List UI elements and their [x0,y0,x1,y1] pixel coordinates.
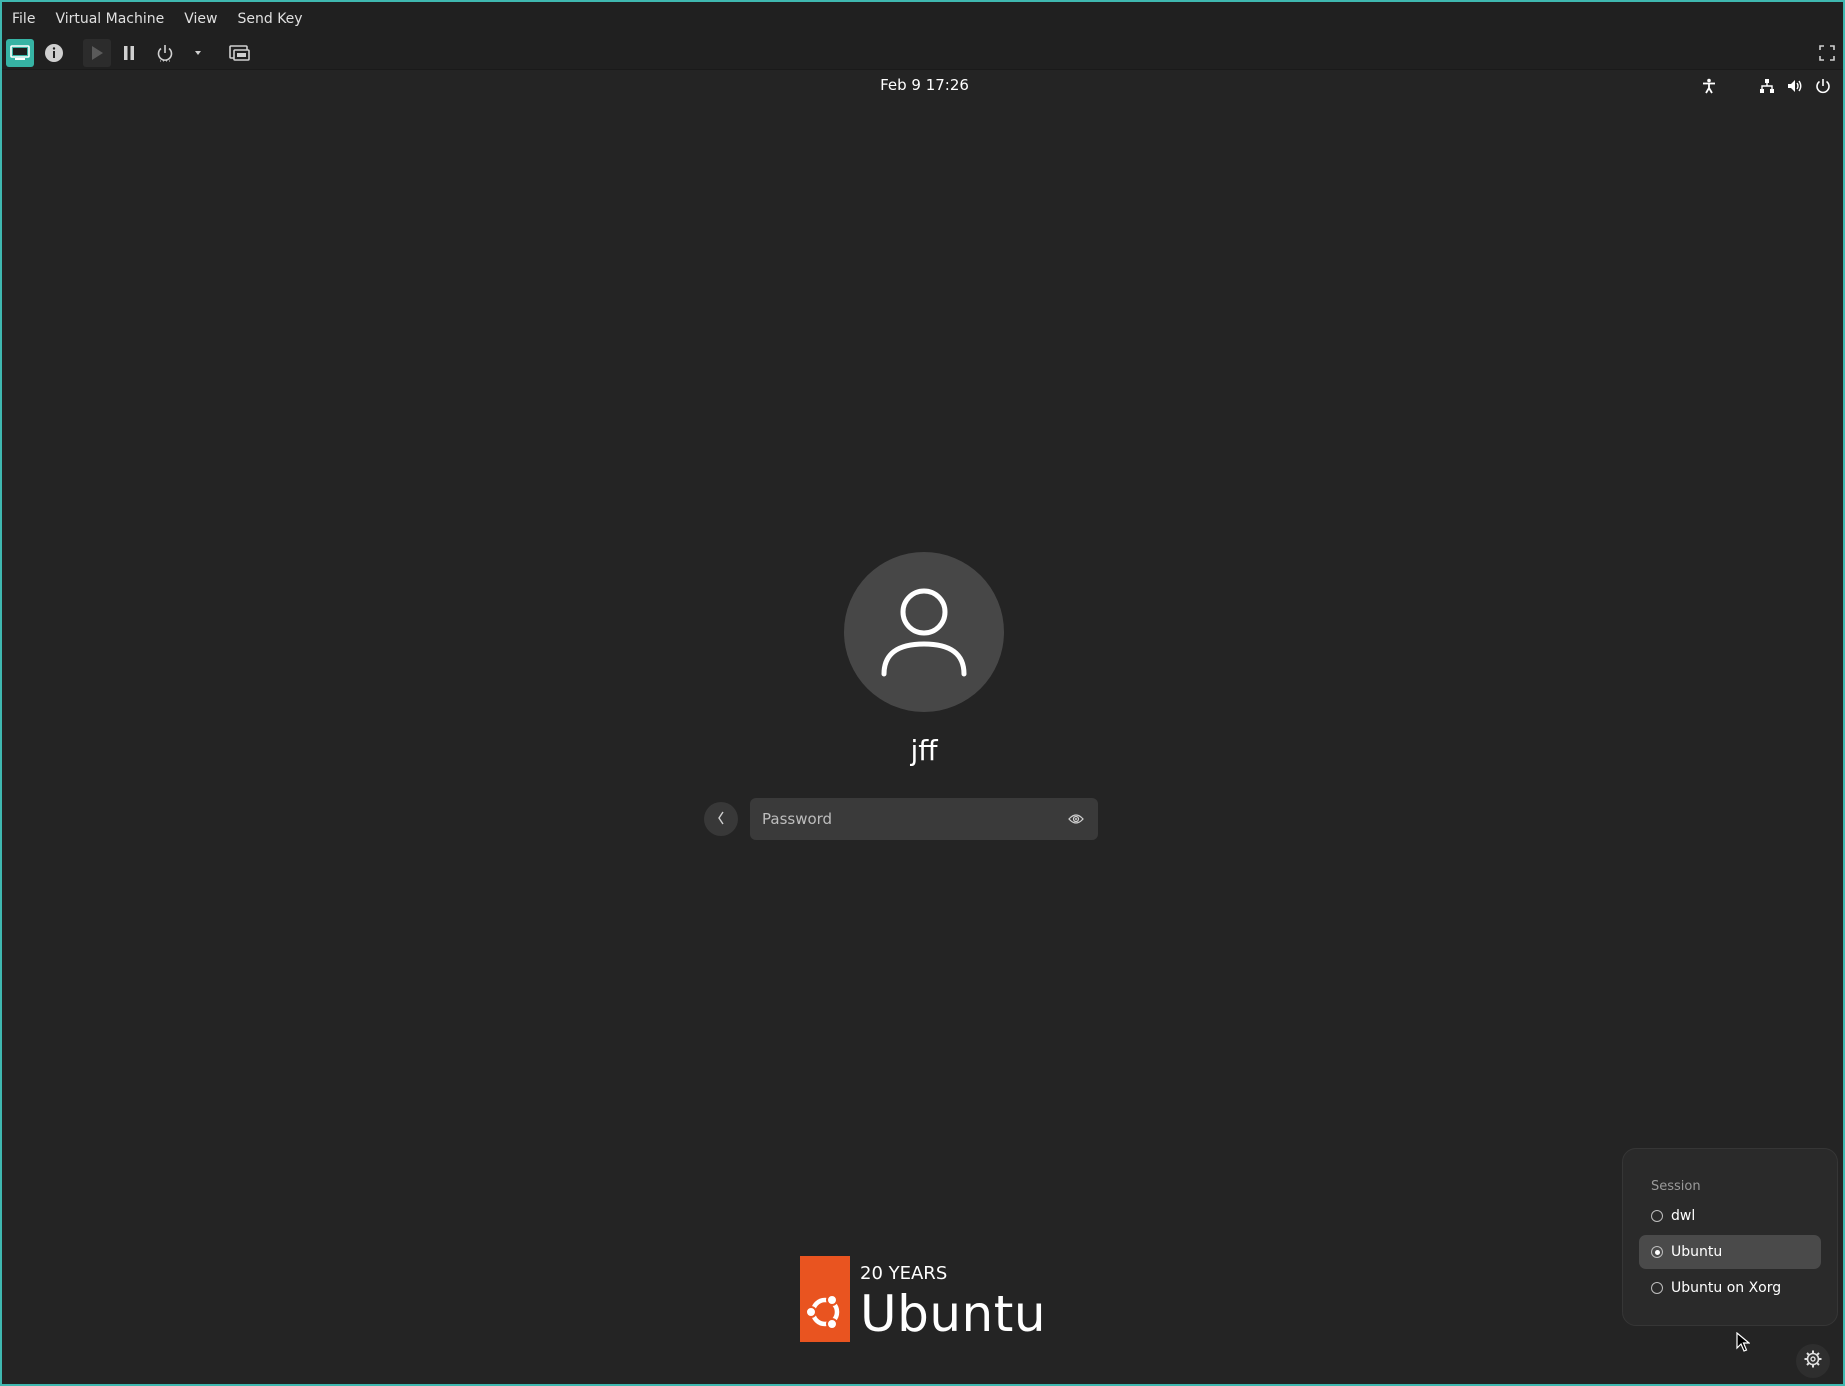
session-option-label: Ubuntu [1671,1244,1723,1260]
ubuntu-circle-of-friends-icon [805,1294,840,1330]
user-avatar [844,552,1004,712]
snapshots-icon [229,44,251,62]
menu-send-key[interactable]: Send Key [235,9,304,29]
menu-bar: File Virtual Machine View Send Key [2,2,1843,36]
menu-file[interactable]: File [10,9,37,29]
chevron-left-icon [717,810,725,829]
ubuntu-logo [800,1256,850,1342]
snapshots-button[interactable] [226,39,254,67]
fullscreen-button[interactable] [1813,39,1841,67]
user-icon [876,582,972,682]
shutdown-button[interactable] [151,39,179,67]
volume-icon[interactable] [1787,78,1803,94]
username-label: jff [910,734,938,767]
brand-name: Ubuntu [860,1285,1047,1343]
network-icon[interactable] [1759,78,1775,94]
back-button[interactable] [704,802,738,836]
play-icon [90,45,104,61]
ubuntu-branding: 20 YEARS Ubuntu [800,1256,1046,1342]
session-option-ubuntu[interactable]: Ubuntu [1639,1235,1821,1269]
vm-window: File Virtual Machine View Send Key Feb 9… [0,0,1845,1386]
gear-icon [1804,1350,1822,1372]
accessibility-icon[interactable] [1701,78,1717,94]
info-icon [44,43,64,63]
power-icon[interactable] [1815,78,1831,94]
dropdown-arrow-icon [193,50,203,56]
toolbar [2,36,1843,70]
brand-years: 20 YEARS [860,1263,948,1284]
session-option-dwl[interactable]: dwl [1639,1199,1821,1233]
monitor-icon [10,45,30,61]
power-icon [156,44,174,62]
menu-virtual-machine[interactable]: Virtual Machine [53,9,166,29]
session-menu: Session dwl Ubuntu Ubuntu on Xorg [1622,1148,1838,1326]
session-menu-title: Session [1651,1179,1701,1194]
session-option-label: Ubuntu on Xorg [1671,1280,1782,1296]
run-button[interactable] [83,39,111,67]
system-tray[interactable] [1689,78,1831,94]
fullscreen-icon [1819,45,1835,61]
radio-button [1651,1210,1663,1222]
brand-text: 20 YEARS Ubuntu [860,1256,1047,1343]
clock[interactable]: Feb 9 17:26 [2,76,1843,94]
menu-view[interactable]: View [182,9,219,29]
radio-button-checked [1651,1246,1663,1258]
shutdown-menu-button[interactable] [184,39,212,67]
guest-display[interactable]: Feb 9 17:26 jff 20 YEARS Ubuntu Session … [2,70,1843,1384]
console-view-button[interactable] [6,39,34,67]
details-view-button[interactable] [40,39,68,67]
show-password-icon[interactable] [1066,810,1086,828]
pause-button[interactable] [115,39,143,67]
session-settings-button[interactable] [1796,1344,1830,1378]
pause-icon [122,45,136,61]
mouse-pointer-icon [1736,1331,1751,1352]
session-option-label: dwl [1671,1208,1696,1224]
session-option-ubuntu-on-xorg[interactable]: Ubuntu on Xorg [1639,1271,1821,1305]
password-input[interactable] [750,798,1098,840]
radio-button [1651,1282,1663,1294]
